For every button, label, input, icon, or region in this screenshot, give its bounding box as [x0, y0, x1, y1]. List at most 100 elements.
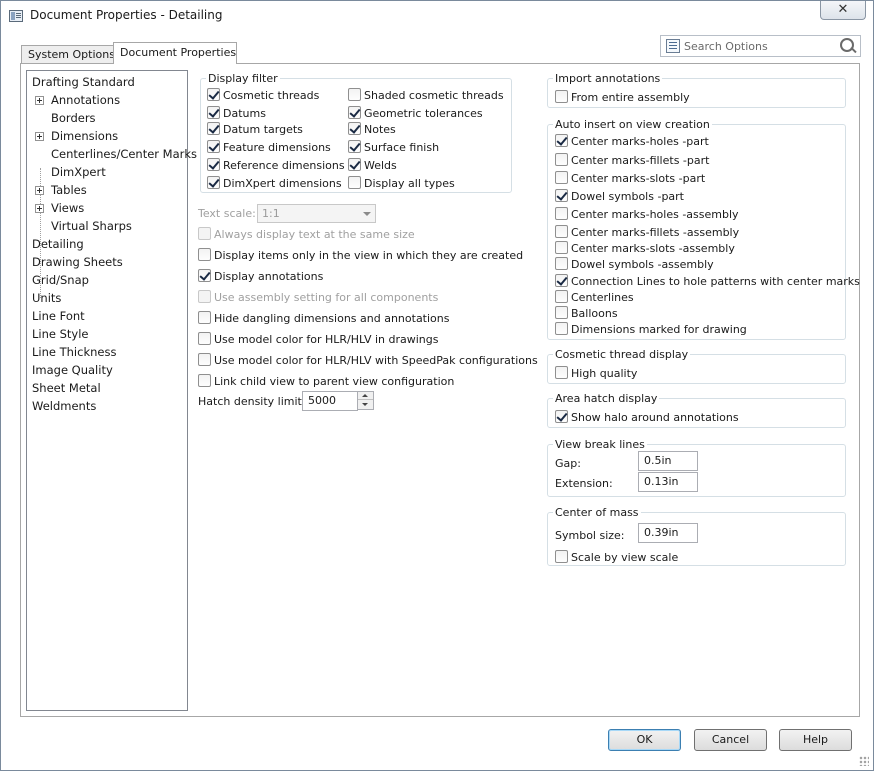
hatch-density-input[interactable]: 5000: [302, 391, 358, 411]
spin-down-icon[interactable]: [358, 401, 373, 409]
gap-input[interactable]: 0.5in: [638, 451, 698, 471]
dimxpert-dimensions-checkbox[interactable]: [207, 176, 220, 189]
expand-plus-icon[interactable]: [35, 96, 44, 105]
tab-document-properties[interactable]: Document Properties: [113, 42, 237, 64]
display-items-only-checkbox[interactable]: [198, 248, 211, 261]
hide-dangling-checkbox[interactable]: [198, 311, 211, 324]
import-annotations-title: Import annotations: [553, 72, 663, 85]
reference-dimensions-checkbox[interactable]: [207, 158, 220, 171]
symbol-size-input[interactable]: 0.39in: [638, 523, 698, 543]
shaded-cosmetic-threads-checkbox[interactable]: [348, 88, 361, 101]
extension-label: Extension:: [555, 477, 613, 490]
dimensions-marked-checkbox[interactable]: [555, 322, 568, 335]
tree-item-dimensions[interactable]: Dimensions: [51, 127, 118, 145]
tree-item-detailing[interactable]: Detailing: [32, 235, 84, 253]
datums-label: Datums: [223, 107, 266, 120]
cosmetic-threads-label: Cosmetic threads: [223, 89, 320, 102]
help-button[interactable]: Help: [779, 729, 852, 751]
feature-dimensions-checkbox[interactable]: [207, 140, 220, 153]
dowel-symbols-assembly-checkbox[interactable]: [555, 257, 568, 270]
link-child-view-checkbox[interactable]: [198, 374, 211, 387]
tree-item-line-font[interactable]: Line Font: [32, 307, 85, 325]
spin-up-icon[interactable]: [358, 392, 373, 400]
centerlines-checkbox[interactable]: [555, 290, 568, 303]
search-input[interactable]: Search Options: [684, 40, 768, 53]
hatch-density-spinner[interactable]: [357, 391, 374, 410]
close-button[interactable]: ✕: [820, 1, 866, 20]
tab-system-options[interactable]: System Options: [21, 45, 115, 63]
notes-label: Notes: [364, 123, 396, 136]
resize-grip[interactable]: [859, 756, 869, 766]
tree-item-centerlines[interactable]: Centerlines/Center Marks: [51, 145, 197, 163]
tree-item-annotations[interactable]: Annotations: [51, 91, 120, 109]
center-marks-slots-part-checkbox[interactable]: [555, 171, 568, 184]
tree-item-line-style[interactable]: Line Style: [32, 325, 89, 343]
center-marks-holes-part-checkbox[interactable]: [555, 134, 568, 147]
tree-item-weldments[interactable]: Weldments: [32, 397, 96, 415]
window-title: Document Properties - Detailing: [30, 8, 223, 22]
balloons-checkbox[interactable]: [555, 306, 568, 319]
center-marks-fillets-part-checkbox[interactable]: [555, 153, 568, 166]
display-annotations-label: Display annotations: [214, 270, 324, 283]
expand-plus-icon[interactable]: [35, 132, 44, 141]
datum-targets-label: Datum targets: [223, 123, 303, 136]
center-marks-holes-assembly-checkbox[interactable]: [555, 207, 568, 220]
tree-item-virtual-sharps[interactable]: Virtual Sharps: [51, 217, 132, 235]
tree-item-drafting-standard[interactable]: Drafting Standard: [32, 73, 135, 91]
tree-item-drawing-sheets[interactable]: Drawing Sheets: [32, 253, 123, 271]
welds-label: Welds: [364, 159, 397, 172]
expand-plus-icon[interactable]: [35, 186, 44, 195]
from-entire-assembly-label: From entire assembly: [571, 91, 690, 104]
center-marks-holes-part-label: Center marks-holes -part: [571, 135, 709, 148]
center-marks-slots-assembly-checkbox[interactable]: [555, 241, 568, 254]
center-marks-slots-part-label: Center marks-slots -part: [571, 172, 706, 185]
center-marks-holes-assembly-label: Center marks-holes -assembly: [571, 208, 739, 221]
welds-checkbox[interactable]: [348, 158, 361, 171]
center-of-mass-title: Center of mass: [553, 506, 641, 519]
options-tree: Drafting Standard Annotations Borders Di…: [26, 70, 197, 711]
notes-checkbox[interactable]: [348, 122, 361, 135]
tree-item-grid-snap[interactable]: Grid/Snap: [32, 271, 89, 289]
tree-item-borders[interactable]: Borders: [51, 109, 96, 127]
tree-item-views[interactable]: Views: [51, 199, 84, 217]
show-halo-checkbox[interactable]: [555, 410, 568, 423]
dowel-symbols-part-checkbox[interactable]: [555, 189, 568, 202]
document-properties-dialog: Document Properties - Detailing ✕ System…: [0, 0, 874, 771]
search-icon[interactable]: [840, 38, 856, 54]
high-quality-checkbox[interactable]: [555, 366, 568, 379]
tree-item-line-thickness[interactable]: Line Thickness: [32, 343, 116, 361]
area-hatch-title: Area hatch display: [553, 392, 660, 405]
tree-item-image-quality[interactable]: Image Quality: [32, 361, 113, 379]
center-marks-fillets-assembly-checkbox[interactable]: [555, 225, 568, 238]
tree-item-units[interactable]: Units: [32, 289, 61, 307]
close-icon: ✕: [837, 2, 849, 17]
cosmetic-threads-checkbox[interactable]: [207, 88, 220, 101]
extension-input[interactable]: 0.13in: [638, 472, 698, 492]
feature-dimensions-label: Feature dimensions: [223, 141, 331, 154]
expand-plus-icon[interactable]: [35, 204, 44, 213]
cancel-button[interactable]: Cancel: [694, 729, 767, 751]
datums-checkbox[interactable]: [207, 106, 220, 119]
display-filter-title: Display filter: [206, 72, 280, 85]
surface-finish-checkbox[interactable]: [348, 140, 361, 153]
hatch-density-label: Hatch density limit:: [198, 395, 306, 408]
model-color-drawings-checkbox[interactable]: [198, 332, 211, 345]
geometric-tolerances-checkbox[interactable]: [348, 106, 361, 119]
options-list-icon[interactable]: [666, 39, 680, 53]
tree-item-dimxpert[interactable]: DimXpert: [51, 163, 106, 181]
tree-item-sheet-metal[interactable]: Sheet Metal: [32, 379, 101, 397]
search-options-box[interactable]: Search Options: [660, 35, 861, 57]
tree-item-tables[interactable]: Tables: [51, 181, 87, 199]
model-color-speedpak-checkbox[interactable]: [198, 353, 211, 366]
dimxpert-dimensions-label: DimXpert dimensions: [223, 177, 342, 190]
dowel-symbols-assembly-label: Dowel symbols -assembly: [571, 258, 714, 271]
display-annotations-checkbox[interactable]: [198, 269, 211, 282]
scale-by-view-checkbox[interactable]: [555, 550, 568, 563]
connection-lines-checkbox[interactable]: [555, 274, 568, 287]
auto-insert-title: Auto insert on view creation: [553, 118, 712, 131]
ok-button[interactable]: OK: [608, 729, 681, 751]
datum-targets-checkbox[interactable]: [207, 122, 220, 135]
dowel-symbols-part-label: Dowel symbols -part: [571, 190, 684, 203]
display-all-types-checkbox[interactable]: [348, 176, 361, 189]
from-entire-assembly-checkbox[interactable]: [555, 90, 568, 103]
